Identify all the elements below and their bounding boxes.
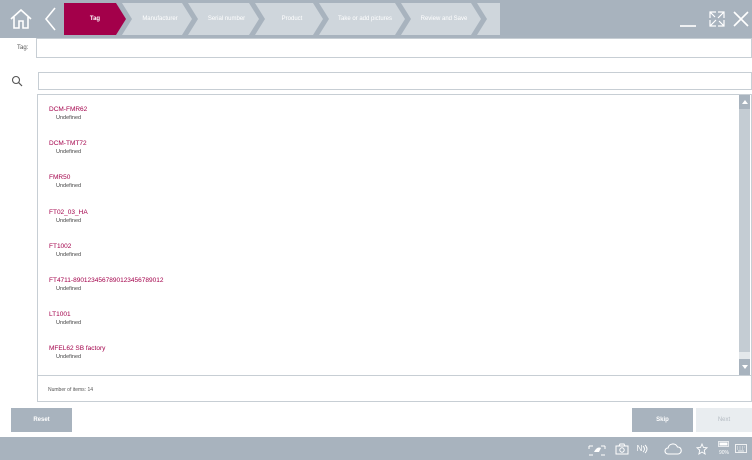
star-icon xyxy=(696,442,708,455)
camera-icon xyxy=(615,443,629,454)
favorites-button[interactable] xyxy=(694,437,710,460)
step-tag[interactable]: Tag xyxy=(64,3,126,35)
battery-icon xyxy=(718,441,729,447)
item-name: FT4711-890123456789012345678901​2 xyxy=(49,277,164,284)
minimize-icon xyxy=(680,25,696,27)
item-status: Undefined xyxy=(56,286,82,292)
tag-list: DCM-FMR62 Undefined DCM-TMT72 Undefined … xyxy=(37,94,752,376)
hand-scan-button[interactable] xyxy=(586,437,608,460)
list-item[interactable]: DCM-FMR62 Undefined xyxy=(49,105,87,131)
step-label: Serial number xyxy=(207,16,246,22)
scroll-down-button[interactable] xyxy=(739,359,750,375)
step-review-save[interactable]: Review and Save xyxy=(401,3,481,35)
home-button[interactable] xyxy=(6,0,36,38)
count-panel: Number of items: 14 xyxy=(37,376,752,402)
step-pictures[interactable]: Take or add pictures xyxy=(319,3,405,35)
scroll-up-button[interactable] xyxy=(739,95,750,109)
search-input[interactable] xyxy=(38,72,752,90)
step-label: Tag xyxy=(89,16,101,22)
nfc-icon xyxy=(643,444,648,453)
item-name: MFEL62 SB factory xyxy=(49,345,106,352)
list-item[interactable]: DCM-TMT72 Undefined xyxy=(49,139,87,165)
list-item[interactable]: FT02_03_HA Undefined xyxy=(49,208,88,234)
item-name: FMR50 xyxy=(49,174,71,181)
home-icon xyxy=(10,8,32,29)
status-bar: N xyxy=(0,437,752,460)
close-icon xyxy=(733,11,749,27)
reset-button[interactable]: Reset xyxy=(11,408,72,432)
scroll-thumb[interactable] xyxy=(739,109,750,352)
skip-button[interactable]: Skip xyxy=(632,408,693,432)
list-item[interactable]: FT1002 Undefined xyxy=(49,242,81,268)
minimize-button[interactable] xyxy=(675,0,701,38)
keyboard-button[interactable] xyxy=(733,437,749,460)
item-name: LT1001 xyxy=(49,311,71,318)
step-label: Product xyxy=(281,16,303,22)
item-name: DCM-FMR62 xyxy=(49,106,88,113)
cloud-icon xyxy=(664,442,682,455)
top-toolbar: Tag Manufacturer Serial number Product T… xyxy=(0,0,752,38)
item-status: Undefined xyxy=(56,320,82,326)
tag-input[interactable] xyxy=(36,38,752,58)
back-button[interactable] xyxy=(40,0,62,38)
arrow-down-icon xyxy=(741,365,748,369)
arrow-up-icon xyxy=(741,100,748,104)
camera-button[interactable] xyxy=(613,437,631,460)
item-status: Undefined xyxy=(56,149,82,155)
hand-scan-icon xyxy=(588,445,606,455)
maximize-button[interactable] xyxy=(704,0,730,38)
cloud-button[interactable] xyxy=(662,437,684,460)
step-product[interactable]: Product xyxy=(255,3,323,35)
list-item[interactable]: FMR50 Undefined xyxy=(49,173,81,199)
item-name: DCM-TMT72 xyxy=(49,140,87,147)
step-label: Review and Save xyxy=(420,16,468,22)
next-button[interactable]: Next xyxy=(696,408,752,432)
item-status: Undefined xyxy=(56,354,82,360)
list-item[interactable]: LT1001 Undefined xyxy=(49,310,81,336)
list-item[interactable]: FT4711-890123456789012345678901​2 Undefi… xyxy=(49,276,163,302)
nfc-button[interactable]: N xyxy=(634,437,652,460)
item-status: Undefined xyxy=(56,115,82,121)
wizard-steps: Tag Manufacturer Serial number Product T… xyxy=(64,3,500,35)
item-status: Undefined xyxy=(56,183,82,189)
step-label: Take or add pictures xyxy=(337,16,393,22)
close-button[interactable] xyxy=(730,0,752,38)
step-serial-number[interactable]: Serial number xyxy=(188,3,259,35)
tag-label: Tag: xyxy=(17,45,29,51)
item-name: FT1002 xyxy=(49,243,72,250)
chevron-left-icon xyxy=(44,7,56,31)
battery-percent: 90% xyxy=(718,450,729,456)
item-status: Undefined xyxy=(56,218,82,224)
item-name: FT02_03_HA xyxy=(49,209,88,216)
search-icon[interactable] xyxy=(11,75,23,87)
step-label: Manufacturer xyxy=(142,16,178,22)
keyboard-icon xyxy=(735,444,747,453)
item-count: Number of items: 14 xyxy=(48,387,94,393)
list-scrollbar[interactable] xyxy=(739,95,750,375)
expand-icon xyxy=(709,11,725,27)
item-status: Undefined xyxy=(56,252,82,258)
list-item[interactable]: MFEL62 SB factory Undefined xyxy=(49,344,105,370)
step-manufacturer[interactable]: Manufacturer xyxy=(122,3,192,35)
